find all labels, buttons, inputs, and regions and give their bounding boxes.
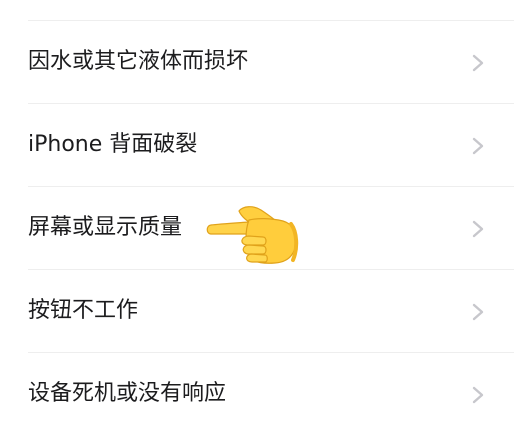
issue-list: 因水或其它液体而损坏 iPhone 背面破裂 屏幕或显示质量 按钮不工作 设备死… — [0, 0, 514, 406]
pointing-hand-icon — [206, 206, 299, 264]
issue-label: 设备死机或没有响应 — [28, 381, 227, 406]
chevron-right-icon — [472, 303, 484, 321]
issue-label: 因水或其它液体而损坏 — [28, 49, 249, 74]
issue-label: 按钮不工作 — [28, 298, 139, 323]
issue-row-buttons-not-working[interactable]: 按钮不工作 — [0, 270, 514, 353]
issue-row-liquid-damage[interactable]: 因水或其它液体而损坏 — [0, 21, 514, 104]
chevron-right-icon — [472, 386, 484, 404]
issue-row-device-unresponsive[interactable]: 设备死机或没有响应 — [0, 353, 514, 436]
issue-row-back-glass-cracked[interactable]: iPhone 背面破裂 — [0, 104, 514, 187]
chevron-right-icon — [472, 54, 484, 72]
chevron-right-icon — [472, 137, 484, 155]
chevron-right-icon — [472, 220, 484, 238]
issue-label: 屏幕或显示质量 — [28, 215, 183, 240]
issue-label: iPhone 背面破裂 — [28, 132, 198, 157]
